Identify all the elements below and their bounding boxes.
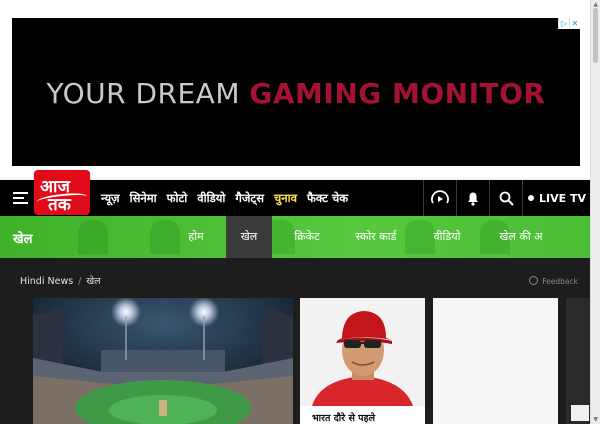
nav-item-cinema[interactable]: सिनेमा: [130, 191, 157, 206]
player-silhouette: [78, 220, 108, 254]
scroll-down-icon[interactable]: ▼: [593, 416, 598, 423]
section-title: खेल: [13, 232, 33, 247]
tab-home[interactable]: होम: [176, 216, 216, 258]
live-tv-button[interactable]: LIVE TV: [522, 180, 591, 216]
nav-actions: LIVE TV: [423, 180, 591, 216]
close-icon[interactable]: ✕: [569, 18, 580, 29]
section-bar: खेल होम खेल क्रिकेट स्कोर कार्ड वीडियो ख…: [0, 216, 591, 258]
nav-item-election[interactable]: चुनाव: [274, 191, 297, 206]
carousel-next-button[interactable]: [571, 405, 589, 421]
nav-item-video[interactable]: वीडियो: [197, 191, 225, 206]
ad-text-red: GAMING MONITOR: [249, 77, 546, 110]
tab-more-sports[interactable]: खेल की अ: [494, 216, 548, 258]
notification-bell-icon[interactable]: [456, 180, 489, 216]
search-icon[interactable]: [489, 180, 522, 216]
tab-sports[interactable]: खेल: [226, 216, 272, 258]
hero-story-card[interactable]: [33, 298, 293, 424]
tab-video[interactable]: वीडियो: [422, 216, 472, 258]
feedback-icon: [529, 276, 539, 285]
breadcrumb: Hindi News / खेल: [20, 274, 101, 287]
scrollbar[interactable]: ▲ ▼: [590, 0, 600, 424]
logo-text-bottom: तक: [48, 195, 71, 215]
live-dot-icon: [528, 195, 534, 201]
nav-item-gadgets[interactable]: गैजेट्स: [235, 191, 264, 206]
story-card-blank[interactable]: [433, 298, 558, 424]
menu-icon[interactable]: [13, 192, 28, 204]
scroll-up-icon[interactable]: ▲: [593, 1, 598, 8]
adchoices-icon[interactable]: ▷: [558, 18, 569, 29]
tab-cricket[interactable]: क्रिकेट: [282, 216, 332, 258]
scroll-thumb[interactable]: [593, 8, 598, 63]
nav-links: न्यूज़ सिनेमा फोटो वीडियो गैजेट्स चुनाव …: [101, 180, 358, 216]
feedback-label: Feedback: [542, 277, 578, 286]
live-tv-label: LIVE TV: [539, 191, 586, 205]
nav-item-photo[interactable]: फोटो: [167, 191, 188, 206]
ad-text-white: YOUR DREAM: [46, 77, 240, 110]
breadcrumb-separator: /: [78, 276, 82, 287]
feedback-link[interactable]: Feedback: [529, 276, 578, 286]
nav-item-news[interactable]: न्यूज़: [101, 191, 120, 206]
ad-headline: YOUR DREAM GAMING MONITOR: [12, 77, 580, 110]
audio-player-icon[interactable]: [423, 180, 456, 216]
ad-choices[interactable]: ▷ ✕: [558, 18, 580, 29]
advertisement-banner[interactable]: YOUR DREAM GAMING MONITOR ▷ ✕: [12, 18, 580, 166]
aajtak-logo[interactable]: आज तक: [34, 170, 90, 215]
nav-item-fact-check[interactable]: फैक्ट चेक: [307, 191, 348, 206]
tab-scorecard[interactable]: स्कोर कार्ड: [346, 216, 406, 258]
breadcrumb-home[interactable]: Hindi News: [20, 276, 73, 287]
breadcrumb-current: खेल: [86, 276, 101, 287]
cricket-stadium-image: [33, 298, 293, 424]
story-caption: भारत दौरे से पहले: [312, 413, 376, 424]
story-card[interactable]: भारत दौरे से पहले: [300, 298, 425, 424]
cricketer-portrait-image: [300, 298, 425, 406]
main-navbar: आज तक न्यूज़ सिनेमा फोटो वीडियो गैजेट्स …: [0, 170, 591, 216]
